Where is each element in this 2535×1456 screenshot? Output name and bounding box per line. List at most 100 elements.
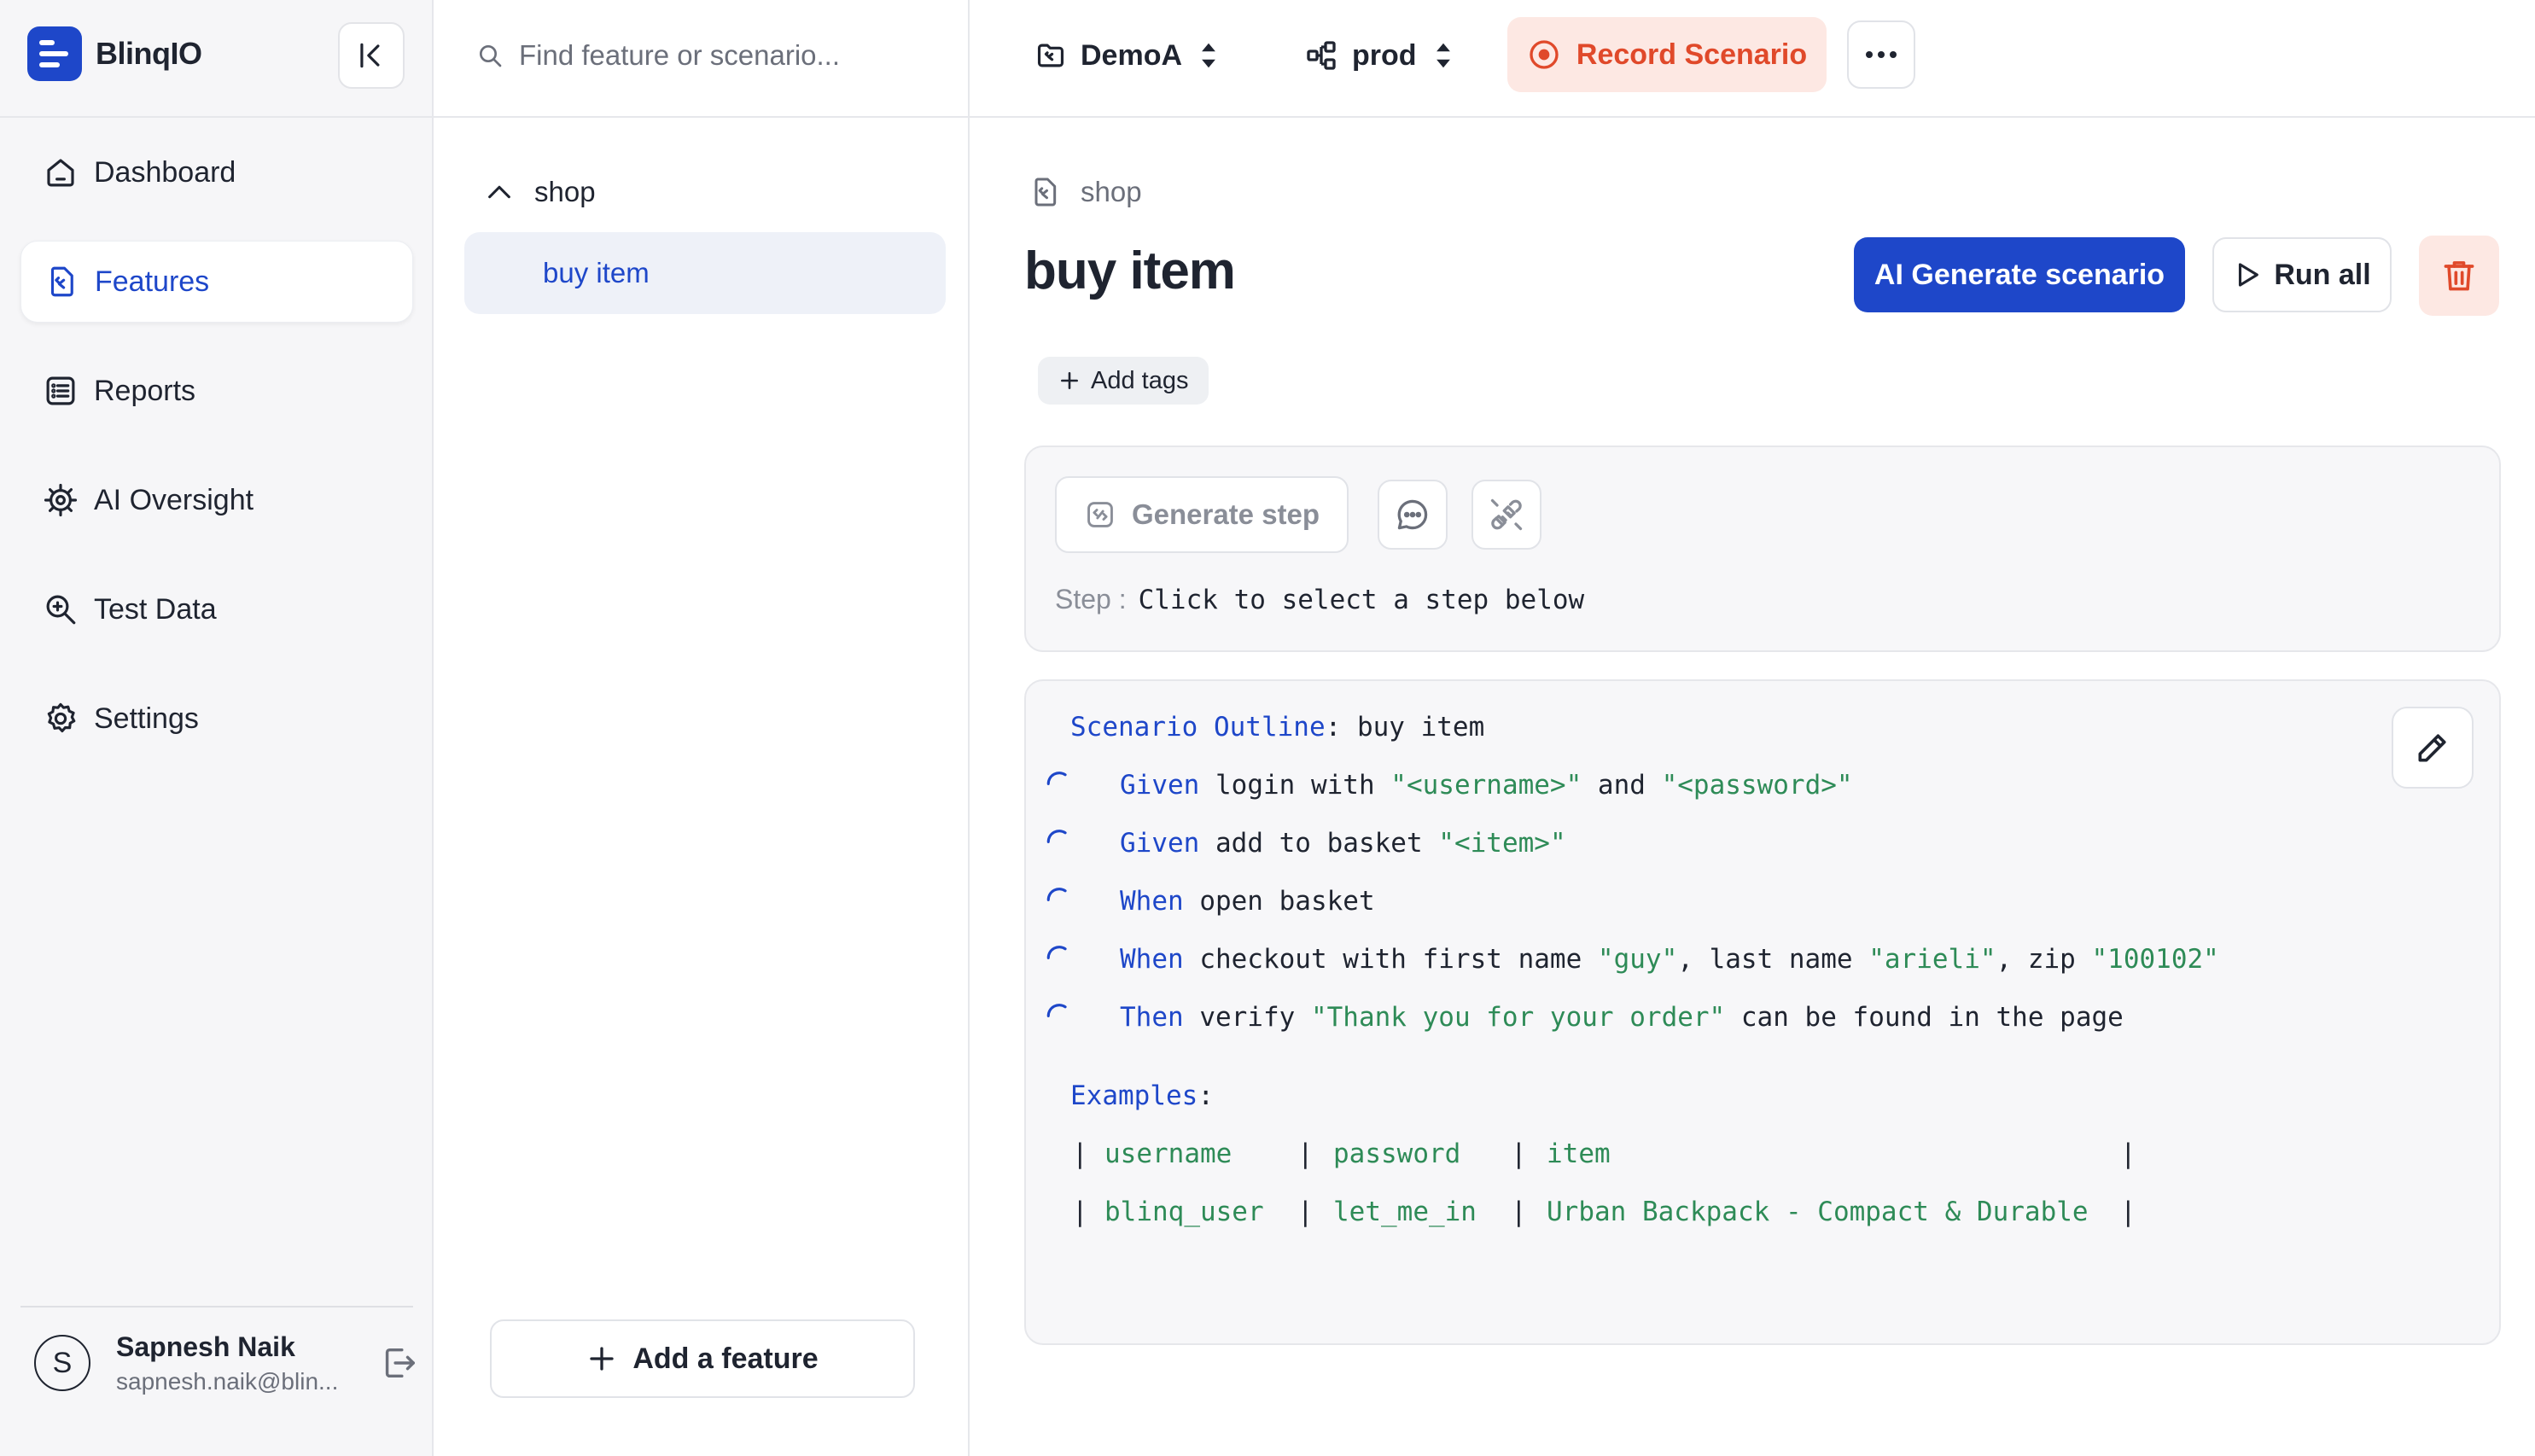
add-feature-button[interactable]: Add a feature [490, 1319, 915, 1398]
step-parameter: "Thank you for your order" [1310, 1002, 1726, 1033]
divider [970, 116, 2535, 118]
sidebar-item-settings[interactable]: Settings [20, 678, 413, 760]
environment-name: prod [1352, 38, 1417, 72]
step-parameter: "100102" [2091, 944, 2219, 975]
step-parameter: "<username>" [1390, 770, 1582, 801]
sidebar-item-reports[interactable]: Reports [20, 350, 413, 432]
table-pipe: | [1072, 1197, 1088, 1227]
scenario-step[interactable]: Given add to basket "<item>" [1120, 821, 1566, 865]
scenario-step[interactable]: Then verify "Thank you for your order" c… [1120, 995, 2124, 1040]
step-text: login with [1199, 770, 1391, 801]
step-status-spinner-icon [1046, 946, 1067, 959]
divider [434, 116, 970, 118]
more-horizontal-icon [1866, 51, 1897, 58]
feature-group-toggle[interactable]: shop [485, 167, 596, 217]
table-header-cell: password [1333, 1139, 1461, 1169]
table-cell: let_me_in [1333, 1197, 1477, 1227]
step-text: open basket [1183, 886, 1375, 917]
search-input[interactable] [519, 39, 929, 72]
search-data-icon [46, 595, 76, 625]
step-status-spinner-icon [1046, 830, 1067, 843]
project-selector[interactable]: DemoA [1034, 31, 1221, 80]
record-scenario-button[interactable]: Record Scenario [1507, 17, 1827, 92]
sidebar-item-dashboard[interactable]: Dashboard [20, 131, 413, 213]
table-header-cell: item [1547, 1139, 1611, 1169]
sidebar: BlinqIO Dashboard Features Reports AI Ov… [0, 0, 434, 1456]
feature-file-icon [50, 266, 73, 297]
sidebar-item-label: Test Data [94, 592, 217, 626]
step-text: verify [1183, 1002, 1311, 1033]
add-feature-label: Add a feature [632, 1342, 819, 1375]
brand[interactable]: BlinqIO [27, 26, 202, 82]
add-tags-label: Add tags [1091, 366, 1189, 394]
plus-icon [1061, 372, 1078, 389]
play-icon [2239, 263, 2259, 287]
sidebar-item-label: AI Oversight [94, 483, 254, 516]
more-options-button[interactable] [1847, 20, 1915, 89]
breadcrumb-label: shop [1081, 176, 1142, 207]
add-tags-button[interactable]: Add tags [1038, 357, 1209, 405]
feature-item-buy-item[interactable]: buy item [464, 232, 946, 314]
step-status-spinner-icon [1046, 1004, 1067, 1017]
table-pipe: | [1297, 1139, 1314, 1169]
scenario-step[interactable]: Given login with "<username>" and "<pass… [1120, 763, 1853, 807]
table-cell: blinq_user [1104, 1197, 1264, 1227]
sidebar-item-label: Dashboard [94, 155, 236, 189]
step-parameter: "arieli" [1868, 944, 1996, 975]
step-keyword: Then [1120, 1002, 1184, 1033]
sidebar-item-features[interactable]: Features [20, 241, 413, 323]
step-parameter: "<password>" [1661, 770, 1853, 801]
sidebar-item-test-data[interactable]: Test Data [20, 568, 413, 650]
scenario-step[interactable]: When checkout with first name "guy", las… [1120, 937, 2219, 981]
table-cell: Urban Backpack - Compact & Durable [1547, 1197, 2089, 1227]
selected-step: Step : Click to select a step below [1055, 584, 1584, 615]
step-keyword: Given [1120, 770, 1200, 801]
feature-file-icon [1034, 178, 1057, 207]
step-text: , zip [1996, 944, 2092, 975]
step-keyword: When [1120, 944, 1184, 975]
step-text: , last name [1677, 944, 1869, 975]
comment-step-button[interactable] [1378, 480, 1448, 550]
generate-step-button[interactable]: Generate step [1055, 476, 1349, 553]
avatar[interactable]: S [34, 1335, 90, 1391]
divider [0, 116, 434, 118]
features-panel: shop buy item Add a feature [434, 0, 970, 1456]
step-text: can be found in the page [1725, 1002, 2124, 1033]
table-pipe: | [1072, 1139, 1088, 1169]
ai-generate-scenario-button[interactable]: AI Generate scenario [1854, 237, 2185, 312]
step-text: checkout with first name [1183, 944, 1598, 975]
sidebar-item-label: Features [95, 265, 210, 298]
app-name: BlinqIO [96, 36, 202, 71]
step-editor: Generate step Step : Click to select a s… [1024, 446, 2501, 652]
scenario-outline-line: Scenario Outline: buy item [1070, 705, 1484, 749]
step-keyword: When [1120, 886, 1184, 917]
step-status-spinner-icon [1046, 888, 1067, 901]
breadcrumb[interactable]: shop [1028, 167, 1142, 217]
page-title: buy item [1024, 242, 1236, 300]
run-all-button[interactable]: Run all [2212, 237, 2392, 312]
divider [20, 1306, 413, 1307]
outline-keyword: Scenario Outline [1070, 712, 1326, 743]
step-keyword: Given [1120, 828, 1200, 859]
edit-scenario-button[interactable] [2392, 707, 2474, 789]
sidebar-item-ai-oversight[interactable]: AI Oversight [20, 459, 413, 541]
blinqio-logo-icon [27, 26, 82, 81]
disconnect-step-button[interactable] [1471, 480, 1541, 550]
environment-selector[interactable]: prod [1304, 31, 1456, 80]
step-label: Step : [1055, 584, 1127, 614]
record-icon [1530, 40, 1559, 69]
pencil-icon [2418, 734, 2446, 762]
scenario-step[interactable]: When open basket [1120, 879, 1375, 923]
plus-icon [590, 1347, 615, 1371]
table-header-cell: username [1104, 1139, 1233, 1169]
environment-icon [1307, 41, 1336, 70]
generate-step-icon [1087, 502, 1113, 527]
home-icon [47, 159, 74, 187]
step-value: Click to select a step below [1138, 585, 1585, 615]
collapse-sidebar-button[interactable] [338, 22, 405, 89]
settings-icon [47, 702, 76, 733]
collapse-left-icon [360, 43, 380, 68]
delete-button[interactable] [2419, 236, 2499, 316]
logout-icon[interactable] [379, 1343, 418, 1383]
project-name: DemoA [1081, 38, 1183, 72]
